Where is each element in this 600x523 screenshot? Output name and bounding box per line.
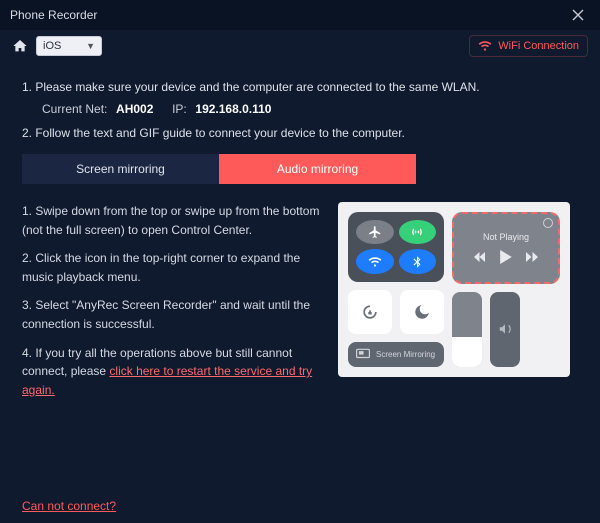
play-icon xyxy=(500,250,512,264)
wifi-connection-label: WiFi Connection xyxy=(498,40,579,52)
connectivity-group xyxy=(348,212,444,282)
moon-icon xyxy=(413,303,431,321)
mute-icon xyxy=(498,322,512,336)
home-button[interactable] xyxy=(12,38,28,54)
lock-rotation-icon xyxy=(360,302,380,322)
platform-selected: iOS xyxy=(43,40,61,52)
wifi-icon xyxy=(368,255,382,269)
music-tile: Not Playing xyxy=(452,212,560,284)
home-icon xyxy=(12,38,28,54)
tab-audio-mirroring[interactable]: Audio mirroring xyxy=(219,154,416,184)
platform-select[interactable]: iOS ▼ xyxy=(36,36,102,56)
do-not-disturb-toggle xyxy=(400,290,444,334)
panel-right: Not Playing xyxy=(452,212,560,367)
screen-mirroring-label: Screen Mirroring xyxy=(376,350,435,359)
wifi-icon xyxy=(478,39,492,53)
current-net-value: AH002 xyxy=(116,102,153,116)
rotation-lock-toggle xyxy=(348,290,392,334)
wifi-toggle xyxy=(356,249,394,273)
instruction-2: 2. Click the icon in the top-right corne… xyxy=(22,249,322,286)
toggle-row xyxy=(348,290,444,334)
expand-music-icon xyxy=(543,218,553,228)
wifi-connection-button[interactable]: WiFi Connection xyxy=(469,35,588,57)
panel-left: Screen Mirroring xyxy=(348,212,444,367)
instruction-1: 1. Swipe down from the top or swipe up f… xyxy=(22,202,322,239)
music-controls xyxy=(474,250,538,264)
forward-icon xyxy=(526,252,538,262)
cellular-icon xyxy=(410,225,424,239)
slider-row xyxy=(452,292,560,367)
brightness-slider xyxy=(452,292,482,367)
step-1-text: 1. Please make sure your device and the … xyxy=(22,80,578,94)
mirroring-tabs: Screen mirroring Audio mirroring xyxy=(22,154,416,184)
cellular-toggle xyxy=(399,220,437,244)
ip-label: IP: xyxy=(172,102,187,116)
bluetooth-icon xyxy=(410,255,424,269)
toolbar: iOS ▼ WiFi Connection xyxy=(0,32,600,60)
screen-mirroring-tile: Screen Mirroring xyxy=(348,342,444,367)
titlebar: Phone Recorder xyxy=(0,0,600,30)
cannot-connect-link[interactable]: Can not connect? xyxy=(22,499,116,513)
close-icon xyxy=(572,9,584,21)
bluetooth-toggle xyxy=(399,249,437,273)
airplane-mode-toggle xyxy=(356,220,394,244)
current-net-label: Current Net: xyxy=(42,102,107,116)
instruction-4: 4. If you try all the operations above b… xyxy=(22,344,322,400)
not-playing-label: Not Playing xyxy=(483,232,529,242)
volume-slider xyxy=(490,292,520,367)
cast-icon xyxy=(356,348,370,360)
back-icon xyxy=(474,252,486,262)
control-center-preview: Screen Mirroring Not Playing xyxy=(338,202,570,377)
body-row: 1. Swipe down from the top or swipe up f… xyxy=(22,202,578,409)
close-button[interactable] xyxy=(566,3,590,27)
tab-screen-mirroring[interactable]: Screen mirroring xyxy=(22,154,219,184)
ip-value: 192.168.0.110 xyxy=(195,102,271,116)
window-title: Phone Recorder xyxy=(10,8,97,22)
chevron-down-icon: ▼ xyxy=(86,41,95,51)
instruction-steps: 1. Swipe down from the top or swipe up f… xyxy=(22,202,322,409)
network-info: Current Net: AH002 IP: 192.168.0.110 xyxy=(42,102,578,116)
step-2-text: 2. Follow the text and GIF guide to conn… xyxy=(22,126,578,140)
toolbar-left: iOS ▼ xyxy=(12,36,102,56)
airplane-icon xyxy=(368,225,382,239)
instruction-3: 3. Select "AnyRec Screen Recorder" and w… xyxy=(22,296,322,333)
content: 1. Please make sure your device and the … xyxy=(0,60,600,409)
